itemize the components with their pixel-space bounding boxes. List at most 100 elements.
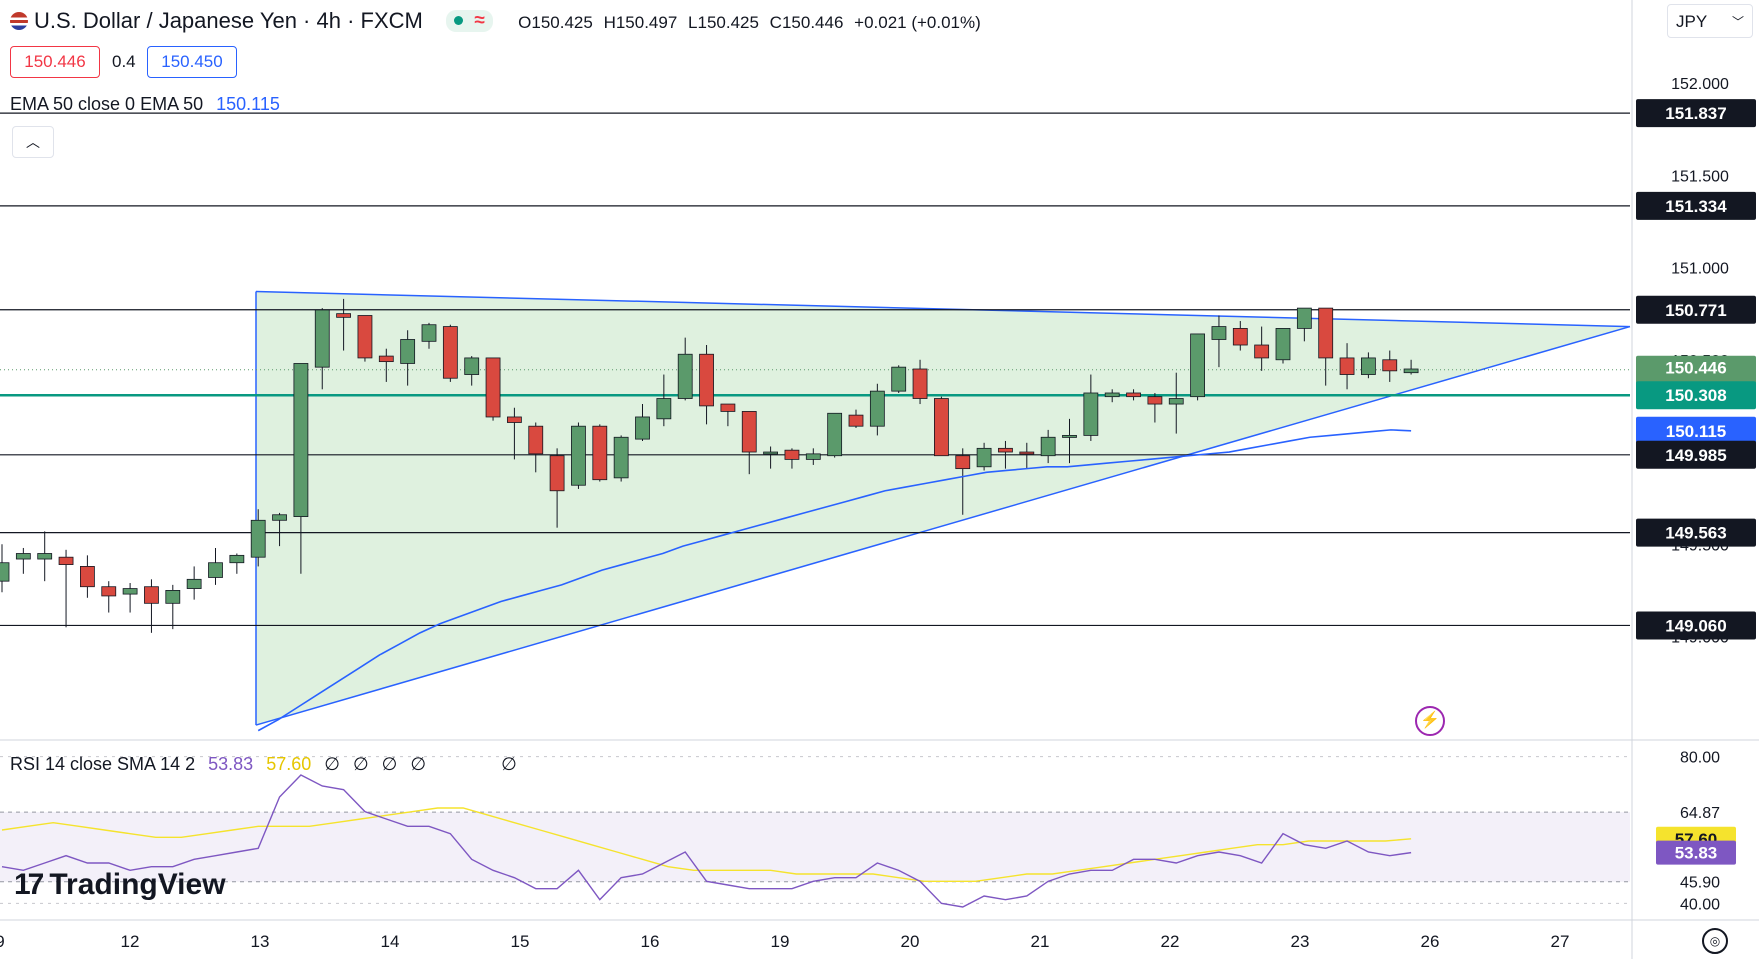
candle-down xyxy=(442,326,458,379)
candle-up xyxy=(1083,392,1099,436)
candle-down xyxy=(955,455,971,470)
candle-down xyxy=(741,411,757,453)
collapse-legend-button[interactable]: ︿ xyxy=(12,126,54,158)
market-status-badge[interactable]: ≈ xyxy=(446,10,493,32)
candle-up xyxy=(1190,333,1205,398)
ohlc-open: O150.425 xyxy=(518,13,593,32)
time-axis-label: 9 xyxy=(0,932,5,951)
candle-up xyxy=(1403,368,1419,374)
rsi-empty-value: ∅ xyxy=(410,754,427,774)
candle-down xyxy=(549,455,565,492)
level-badge-151837: 151.837 xyxy=(1665,104,1726,123)
level-badge-149563: 149.563 xyxy=(1665,524,1726,543)
candle-up xyxy=(400,339,416,364)
settings-gear-icon[interactable]: ◎ xyxy=(1702,928,1728,954)
candle-down xyxy=(101,586,117,597)
price-axis-tick: 152.000 xyxy=(1671,76,1729,93)
candle-up xyxy=(1168,398,1184,405)
candle-down xyxy=(1339,357,1355,375)
symbol-header[interactable]: U.S. Dollar / Japanese Yen · 4h · FXCM ≈… xyxy=(10,8,987,34)
candle-down xyxy=(80,566,95,588)
time-axis-label: 14 xyxy=(381,932,400,951)
us-flag-icon xyxy=(10,12,28,30)
rsi-band-fill xyxy=(0,812,1630,882)
time-axis-label: 21 xyxy=(1031,932,1050,951)
candle-down xyxy=(1254,344,1270,359)
candle-up xyxy=(421,324,437,342)
candle-up xyxy=(677,353,693,399)
candle-down xyxy=(357,315,373,359)
time-axis-label: 15 xyxy=(511,932,530,951)
candle-up xyxy=(1104,392,1120,398)
candle-up xyxy=(1040,436,1056,457)
ema-legend-value: 150.115 xyxy=(216,94,280,114)
time-axis-label: 22 xyxy=(1161,932,1180,951)
candle-down xyxy=(485,357,501,418)
candle-up xyxy=(464,357,480,375)
candle-up xyxy=(122,588,138,595)
candle-up xyxy=(15,553,31,560)
buy-price-button[interactable]: 150.450 xyxy=(147,46,237,78)
ema-legend[interactable]: EMA 50 close 0 EMA 50 150.115 xyxy=(10,94,280,115)
candle-down xyxy=(1382,359,1398,372)
rsi-legend[interactable]: RSI 14 close SMA 14 2 53.83 57.60 ∅ ∅ ∅ … xyxy=(10,754,517,775)
candle-up xyxy=(314,309,330,368)
tradingview-logo[interactable]: 17 TradingView xyxy=(14,868,226,902)
level-badge-149060: 149.060 xyxy=(1665,616,1726,635)
rsi-empty-value: ∅ xyxy=(324,754,340,774)
level-badge-151334: 151.334 xyxy=(1665,197,1727,216)
rsi-axis-tick: 40.00 xyxy=(1680,896,1720,913)
candle-down xyxy=(506,416,522,423)
candle-down xyxy=(528,425,544,455)
rsi-sma-legend-value: 57.60 xyxy=(266,754,312,774)
candle-up xyxy=(1062,435,1077,438)
candle-up xyxy=(891,366,907,392)
sell-price-button[interactable]: 150.446 xyxy=(10,46,100,78)
lightning-alert-icon[interactable]: ⚡ xyxy=(1415,706,1445,736)
candle-down xyxy=(1232,328,1248,346)
rsi-axis-tick: 64.87 xyxy=(1680,805,1720,822)
candle-up xyxy=(763,451,778,455)
currency-label: JPY xyxy=(1676,12,1708,31)
data-delay-icon: ≈ xyxy=(474,10,485,31)
symbol-title[interactable]: U.S. Dollar / Japanese Yen · 4h · FXCM xyxy=(34,8,423,33)
rsi-empty-value: ∅ xyxy=(501,754,517,774)
time-axis-label: 12 xyxy=(121,932,140,951)
ema-legend-label: EMA 50 close 0 EMA 50 xyxy=(10,94,204,114)
tradingview-mark-icon: 17 xyxy=(14,868,44,901)
candle-down xyxy=(592,425,608,481)
currency-selector[interactable]: JPY ﹀ xyxy=(1667,4,1753,38)
candle-up xyxy=(613,436,629,479)
candle-up xyxy=(976,447,992,468)
candle-up xyxy=(827,412,843,457)
time-axis-label: 16 xyxy=(641,932,660,951)
rsi-badge: 53.83 xyxy=(1675,844,1718,863)
candle-down xyxy=(1147,396,1163,405)
rsi-legend-label: RSI 14 close SMA 14 2 xyxy=(10,754,196,774)
ohlc-close: C150.446 xyxy=(769,13,844,32)
price-axis-tick: 151.500 xyxy=(1671,168,1729,185)
spread-value: 0.4 xyxy=(112,52,136,71)
candle-up xyxy=(1211,326,1227,340)
candle-up xyxy=(208,562,223,578)
candle-up xyxy=(635,416,650,440)
candle-up xyxy=(869,390,885,427)
candle-down xyxy=(144,586,159,604)
ohlc-low: L150.425 xyxy=(688,13,759,32)
time-axis-label: 19 xyxy=(771,932,790,951)
candle-down xyxy=(58,556,74,565)
current-price-badge: 150.446 xyxy=(1665,359,1726,378)
level-badge-150771: 150.771 xyxy=(1665,301,1726,320)
candle-up xyxy=(805,453,821,460)
time-axis-label: 23 xyxy=(1291,932,1310,951)
candle-up xyxy=(0,562,10,582)
chart-canvas[interactable]: 152.000151.500151.000150.500150.000149.5… xyxy=(0,0,1759,959)
candle-down xyxy=(784,449,800,460)
rsi-axis-tick: 80.00 xyxy=(1680,750,1720,767)
candle-up xyxy=(250,519,266,558)
candle-down xyxy=(934,398,949,457)
ema-badge: 150.115 xyxy=(1666,422,1727,441)
chevron-up-icon: ︿ xyxy=(26,134,40,150)
candle-down xyxy=(720,403,736,412)
candle-down xyxy=(336,313,352,318)
